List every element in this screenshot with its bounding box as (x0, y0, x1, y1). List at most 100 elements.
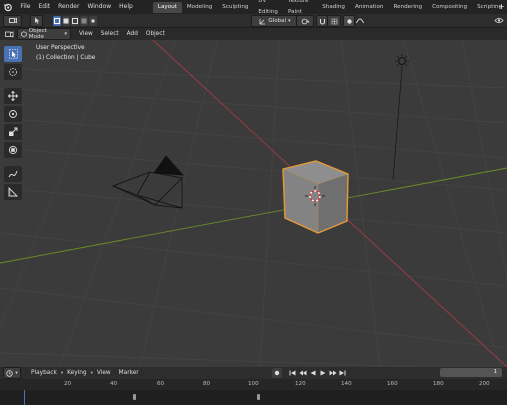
menu-window[interactable]: Window (83, 0, 115, 14)
scale-tool-button[interactable] (4, 124, 22, 140)
target-cursor-icon (9, 68, 17, 76)
play-button[interactable] (318, 368, 327, 378)
mode-difference-button[interactable] (80, 15, 88, 26)
transform-tool-button[interactable] (4, 142, 22, 158)
chevron-down-icon: ▾ (15, 370, 18, 376)
proportional-icon (346, 18, 352, 24)
jump-start-button[interactable] (288, 368, 297, 378)
tab-shading[interactable]: Shading (317, 2, 350, 13)
transform-icon (8, 145, 18, 155)
cube-object[interactable] (282, 160, 349, 234)
move-icon (8, 91, 18, 101)
mode-extend-button[interactable] (62, 15, 70, 26)
select-box-tool-button[interactable] (30, 14, 43, 27)
proportional-editing-button[interactable] (343, 15, 355, 27)
tick-200: 200 (479, 381, 490, 387)
menu-help[interactable]: Help (115, 0, 137, 14)
tab-sculpting[interactable]: Sculpting (217, 2, 253, 13)
tick-140: 140 (341, 381, 352, 387)
mode-subtract-button[interactable] (71, 15, 79, 26)
play-reverse-icon (310, 370, 315, 376)
cursor-icon (8, 49, 18, 59)
editor-type-dropdown[interactable] (3, 14, 22, 27)
tick-60: 60 (157, 381, 165, 387)
chevron-down-icon: ▾ (64, 31, 67, 37)
cursor-tool-button[interactable] (4, 64, 22, 80)
eye-icon (494, 17, 504, 23)
orientation-dropdown[interactable]: Global ▾ (251, 15, 299, 27)
clock-icon (6, 369, 14, 377)
rotate-tool-button[interactable] (4, 106, 22, 122)
axis-icon (259, 18, 266, 24)
menu-object[interactable]: Object (142, 31, 169, 37)
menu-timeline-view[interactable]: View (93, 370, 115, 376)
keyframe-forward-icon (329, 370, 336, 376)
jump-keyframe-back-button[interactable] (298, 368, 307, 378)
tab-layout[interactable]: Layout (152, 1, 182, 13)
menu-view[interactable]: View (75, 31, 97, 37)
menu-edit[interactable]: Edit (34, 0, 54, 14)
play-icon (320, 370, 325, 376)
tool-separator (4, 82, 22, 86)
tick-20: 20 (64, 381, 72, 387)
menu-file[interactable]: File (16, 0, 34, 14)
menu-keying[interactable]: Keying (63, 370, 90, 376)
timeline-track-area[interactable] (0, 390, 507, 405)
pivot-icon (301, 18, 310, 24)
blender-logo-icon[interactable] (3, 2, 12, 12)
falloff-curve-icon (356, 18, 364, 23)
tool-separator (4, 160, 22, 164)
menu-marker[interactable]: Marker (115, 370, 143, 376)
object-mode-icon (21, 31, 27, 37)
tab-compositing[interactable]: Compositing (427, 2, 472, 13)
chevron-down-icon: ▾ (288, 18, 291, 24)
blender-logo-small-icon[interactable] (3, 29, 15, 39)
timeline-editor-type-dropdown[interactable]: ▾ (3, 367, 21, 379)
annotate-tool-button[interactable] (4, 166, 22, 182)
playhead-line (24, 390, 25, 405)
tab-rendering[interactable]: Rendering (388, 2, 427, 13)
object-mode-dropdown[interactable]: Object Mode ▾ (17, 28, 71, 40)
tab-modeling[interactable]: Modeling (182, 2, 217, 13)
light-object[interactable] (392, 54, 409, 181)
viewport-perspective-label: User Perspective (36, 45, 85, 51)
snap-target-dropdown[interactable] (327, 15, 341, 27)
tick-160: 160 (387, 381, 398, 387)
viewport-scene (0, 28, 507, 367)
editor-icon (4, 30, 13, 38)
menu-add[interactable]: Add (123, 31, 142, 37)
jump-end-button[interactable] (338, 368, 347, 378)
jump-keyframe-forward-button[interactable] (328, 368, 337, 378)
mode-intersect-button[interactable] (89, 15, 97, 26)
move-tool-button[interactable] (4, 88, 22, 104)
square-icon (81, 18, 87, 23)
tick-80: 80 (203, 381, 211, 387)
auto-keying-button[interactable] (272, 368, 282, 378)
mode-set-button[interactable] (53, 15, 61, 26)
pivot-point-dropdown[interactable] (296, 15, 314, 27)
menu-select[interactable]: Select (97, 31, 123, 37)
viewport-header: Global ▾ (0, 14, 507, 28)
add-workspace-icon[interactable]: + (498, 2, 505, 11)
falloff-dropdown[interactable] (355, 15, 365, 25)
measure-tool-button[interactable] (4, 184, 22, 200)
top-bar: File Edit Render Window Help Layout Mode… (0, 0, 507, 15)
record-icon (274, 370, 280, 376)
menu-playback[interactable]: Playback (27, 370, 61, 376)
selection-mode-group (53, 15, 97, 26)
playback-controls (272, 368, 347, 378)
current-frame-field[interactable]: 1 (440, 368, 502, 377)
timeline-ruler[interactable]: 1 20 40 60 80 100 120 140 160 180 200 (0, 379, 507, 401)
select-tool-button[interactable] (4, 46, 22, 62)
ruler-icon (8, 187, 18, 197)
3d-viewport[interactable]: User Perspective (1) Collection | Cube (0, 28, 507, 367)
grid-icon (331, 18, 337, 24)
tab-animation[interactable]: Animation (350, 2, 389, 13)
workspace-tabs: Layout Modeling Sculpting UV Editing Tex… (152, 0, 507, 15)
viewport-visibility-dropdown[interactable] (493, 15, 505, 25)
camera-object[interactable] (111, 155, 184, 209)
keyframe-back-icon (299, 370, 306, 376)
menu-render[interactable]: Render (54, 0, 83, 14)
play-reverse-button[interactable] (308, 368, 317, 378)
jump-start-icon (289, 370, 296, 376)
